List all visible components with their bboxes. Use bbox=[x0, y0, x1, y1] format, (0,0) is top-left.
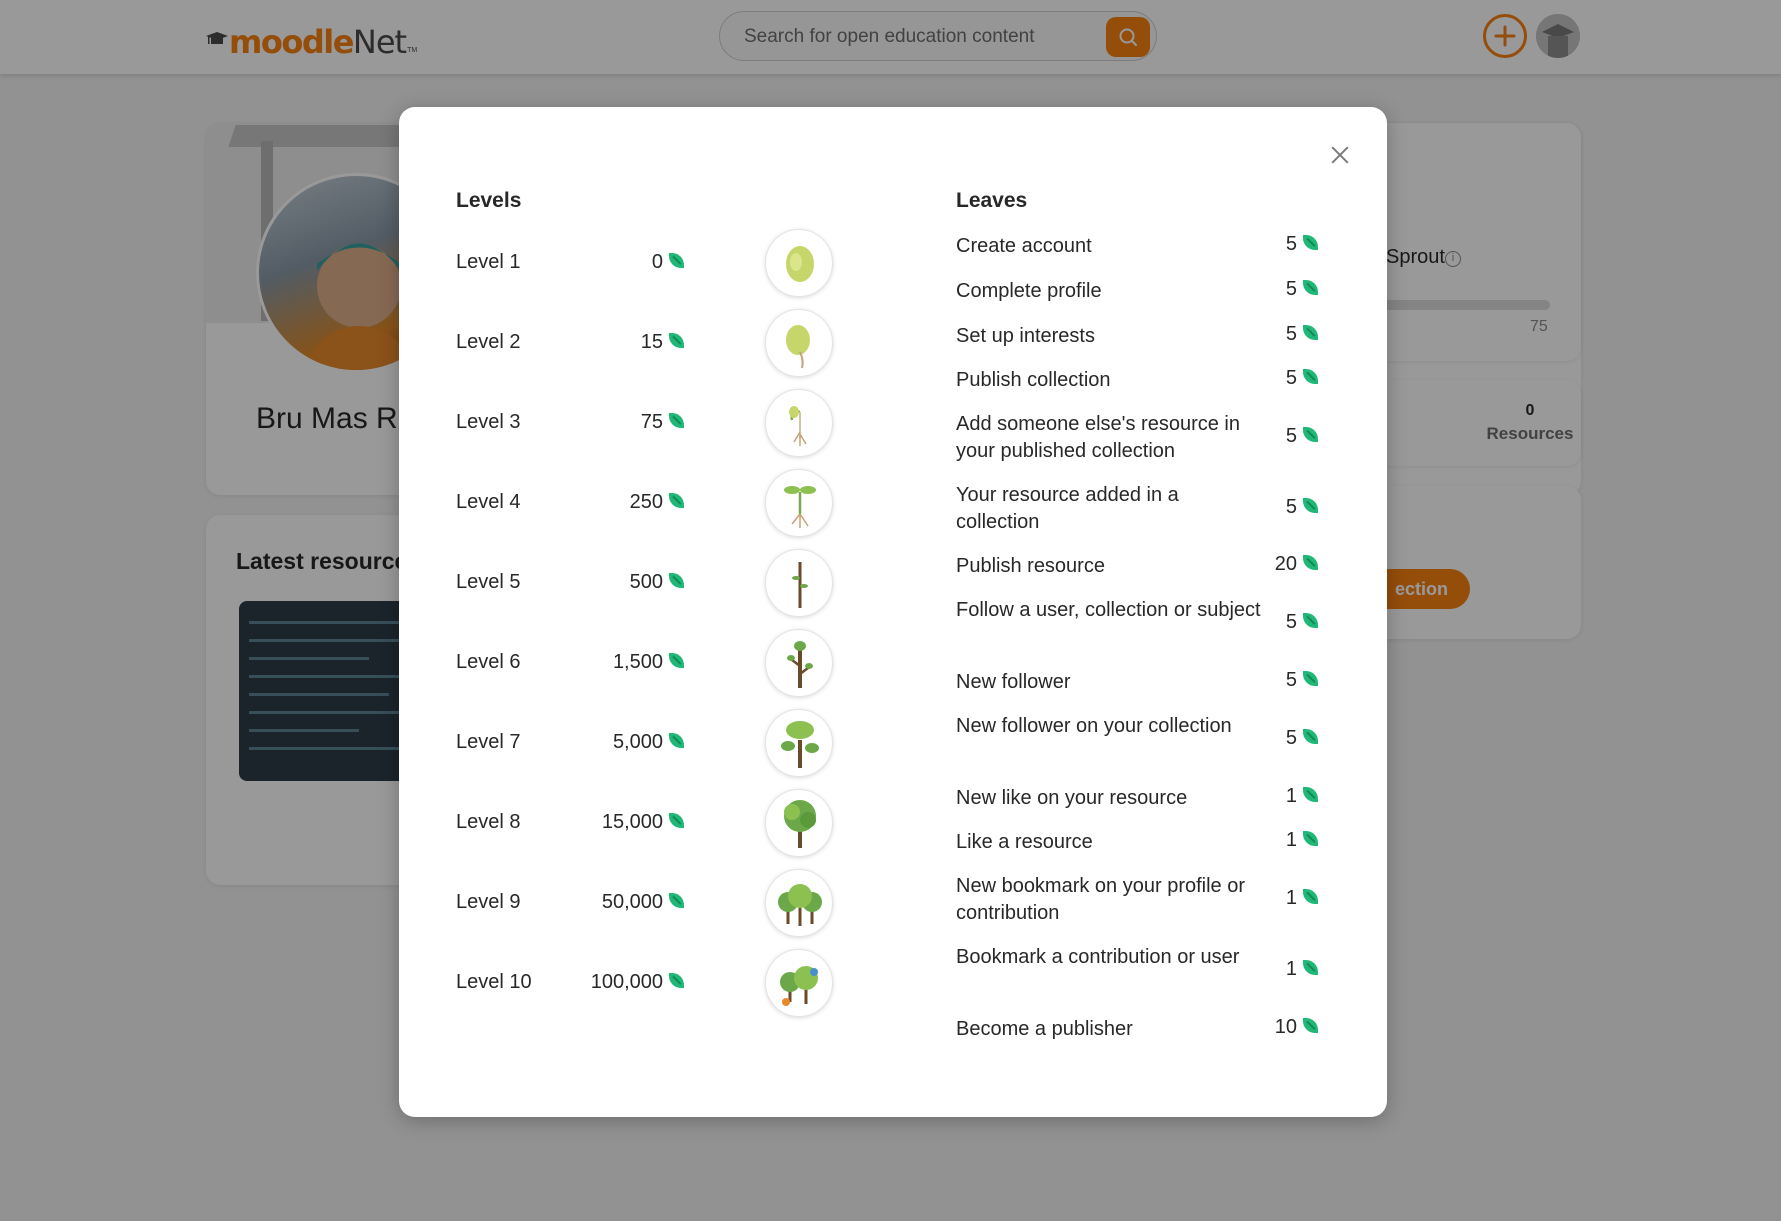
leaf-icon bbox=[1303, 427, 1318, 443]
leaf-icon bbox=[669, 733, 684, 749]
leaf-action-label: New bookmark on your profile or contribu… bbox=[956, 875, 1246, 924]
level-label: Level 2 bbox=[456, 331, 521, 353]
leaf-icon bbox=[1303, 280, 1318, 296]
leaf-action-label: Your resource added in a collection bbox=[956, 484, 1179, 533]
tree-icon bbox=[765, 709, 833, 777]
leaf-action-label: New follower bbox=[956, 671, 1071, 693]
leaf-action-points: 1 bbox=[1268, 958, 1318, 981]
level-label: Level 8 bbox=[456, 811, 521, 833]
level-label: Level 10 bbox=[456, 971, 532, 993]
level-label: Level 9 bbox=[456, 891, 521, 913]
leaf-icon bbox=[669, 253, 684, 269]
leaf-action-label: Publish resource bbox=[956, 555, 1105, 577]
close-icon[interactable] bbox=[1328, 143, 1352, 167]
levels-and-leaves-modal: Levels Leaves Level 1 0 Level 2 15 Level… bbox=[399, 107, 1387, 1117]
leaf-icon bbox=[1303, 369, 1318, 385]
leaf-icon bbox=[669, 493, 684, 509]
level-row: Level 3 75 bbox=[456, 389, 836, 457]
level-points: 50,000 bbox=[566, 891, 684, 914]
level-points: 15,000 bbox=[566, 811, 684, 834]
level-label: Level 5 bbox=[456, 571, 521, 593]
leaf-icon bbox=[669, 973, 684, 989]
leaf-action-points: 5 bbox=[1268, 496, 1318, 519]
leaf-icon bbox=[669, 653, 684, 669]
sapling-icon bbox=[765, 549, 833, 617]
leaf-action-label: New follower on your collection bbox=[956, 715, 1232, 737]
leaf-action-points: 5 bbox=[1268, 669, 1318, 692]
leaf-icon bbox=[1303, 235, 1318, 251]
level-row: Level 6 1,500 bbox=[456, 629, 836, 697]
level-points: 75 bbox=[566, 411, 684, 434]
leaf-icon bbox=[1303, 555, 1318, 571]
grove-icon bbox=[765, 869, 833, 937]
leaf-icon bbox=[669, 573, 684, 589]
leaf-action-points: 5 bbox=[1268, 727, 1318, 750]
forest-icon bbox=[765, 949, 833, 1017]
leaf-action-points: 5 bbox=[1268, 425, 1318, 448]
level-label: Level 6 bbox=[456, 651, 521, 673]
level-points: 1,500 bbox=[566, 651, 684, 674]
level-row: Level 8 15,000 bbox=[456, 789, 836, 857]
leaf-icon bbox=[1303, 1018, 1318, 1034]
leaf-action-points: 1 bbox=[1268, 785, 1318, 808]
leafy-tree-icon bbox=[765, 789, 833, 857]
leaf-icon bbox=[1303, 889, 1318, 905]
leaf-action-label: Create account bbox=[956, 235, 1092, 257]
leaf-action-points: 5 bbox=[1268, 367, 1318, 390]
level-row: Level 2 15 bbox=[456, 309, 836, 377]
level-row: Level 10 100,000 bbox=[456, 949, 836, 1017]
leaf-icon bbox=[669, 893, 684, 909]
level-row: Level 1 0 bbox=[456, 229, 836, 297]
leaf-icon bbox=[1303, 960, 1318, 976]
leaf-action-points: 1 bbox=[1268, 887, 1318, 910]
leaf-icon bbox=[1303, 325, 1318, 341]
level-label: Level 3 bbox=[456, 411, 521, 433]
leaf-action-label: New like on your resource bbox=[956, 787, 1188, 809]
leaf-action-label: Follow a user, collection or subject bbox=[956, 599, 1261, 621]
level-points: 5,000 bbox=[566, 731, 684, 754]
leaf-action-points: 5 bbox=[1268, 611, 1318, 634]
level-row: Level 7 5,000 bbox=[456, 709, 836, 777]
leaf-action-label: Add someone else's resource in your publ… bbox=[956, 413, 1240, 462]
germinating-seed-icon bbox=[765, 309, 833, 377]
leaf-action-label: Set up interests bbox=[956, 325, 1095, 347]
leaf-icon bbox=[669, 413, 684, 429]
leaf-action-label: Like a resource bbox=[956, 831, 1093, 853]
level-points: 100,000 bbox=[566, 971, 684, 994]
young-tree-icon bbox=[765, 629, 833, 697]
leaf-action-points: 10 bbox=[1268, 1016, 1318, 1039]
leaf-icon bbox=[669, 813, 684, 829]
sprout-icon bbox=[765, 389, 833, 457]
leaf-icon bbox=[1303, 831, 1318, 847]
leaf-icon bbox=[669, 333, 684, 349]
level-label: Level 1 bbox=[456, 251, 521, 273]
leaf-action-label: Bookmark a contribution or user bbox=[956, 946, 1240, 968]
level-label: Level 7 bbox=[456, 731, 521, 753]
leaf-action-points: 20 bbox=[1268, 553, 1318, 576]
level-points: 500 bbox=[566, 571, 684, 594]
leaf-icon bbox=[1303, 729, 1318, 745]
level-points: 250 bbox=[566, 491, 684, 514]
leaf-action-label: Complete profile bbox=[956, 280, 1102, 302]
level-points: 0 bbox=[566, 251, 684, 274]
level-row: Level 4 250 bbox=[456, 469, 836, 537]
levels-heading: Levels bbox=[456, 189, 522, 212]
leaf-icon bbox=[1303, 498, 1318, 514]
level-points: 15 bbox=[566, 331, 684, 354]
leaf-action-points: 5 bbox=[1268, 233, 1318, 256]
seed-icon bbox=[765, 229, 833, 297]
leaves-heading: Leaves bbox=[956, 189, 1028, 212]
leaf-action-label: Become a publisher bbox=[956, 1018, 1133, 1040]
leaf-action-points: 1 bbox=[1268, 829, 1318, 852]
leaf-icon bbox=[1303, 787, 1318, 803]
leaf-action-points: 5 bbox=[1268, 323, 1318, 346]
leaf-action-label: Publish collection bbox=[956, 369, 1111, 391]
level-row: Level 9 50,000 bbox=[456, 869, 836, 937]
leaf-action-points: 5 bbox=[1268, 278, 1318, 301]
leaf-icon bbox=[1303, 613, 1318, 629]
level-label: Level 4 bbox=[456, 491, 521, 513]
leaf-icon bbox=[1303, 671, 1318, 687]
seedling-icon bbox=[765, 469, 833, 537]
level-row: Level 5 500 bbox=[456, 549, 836, 617]
